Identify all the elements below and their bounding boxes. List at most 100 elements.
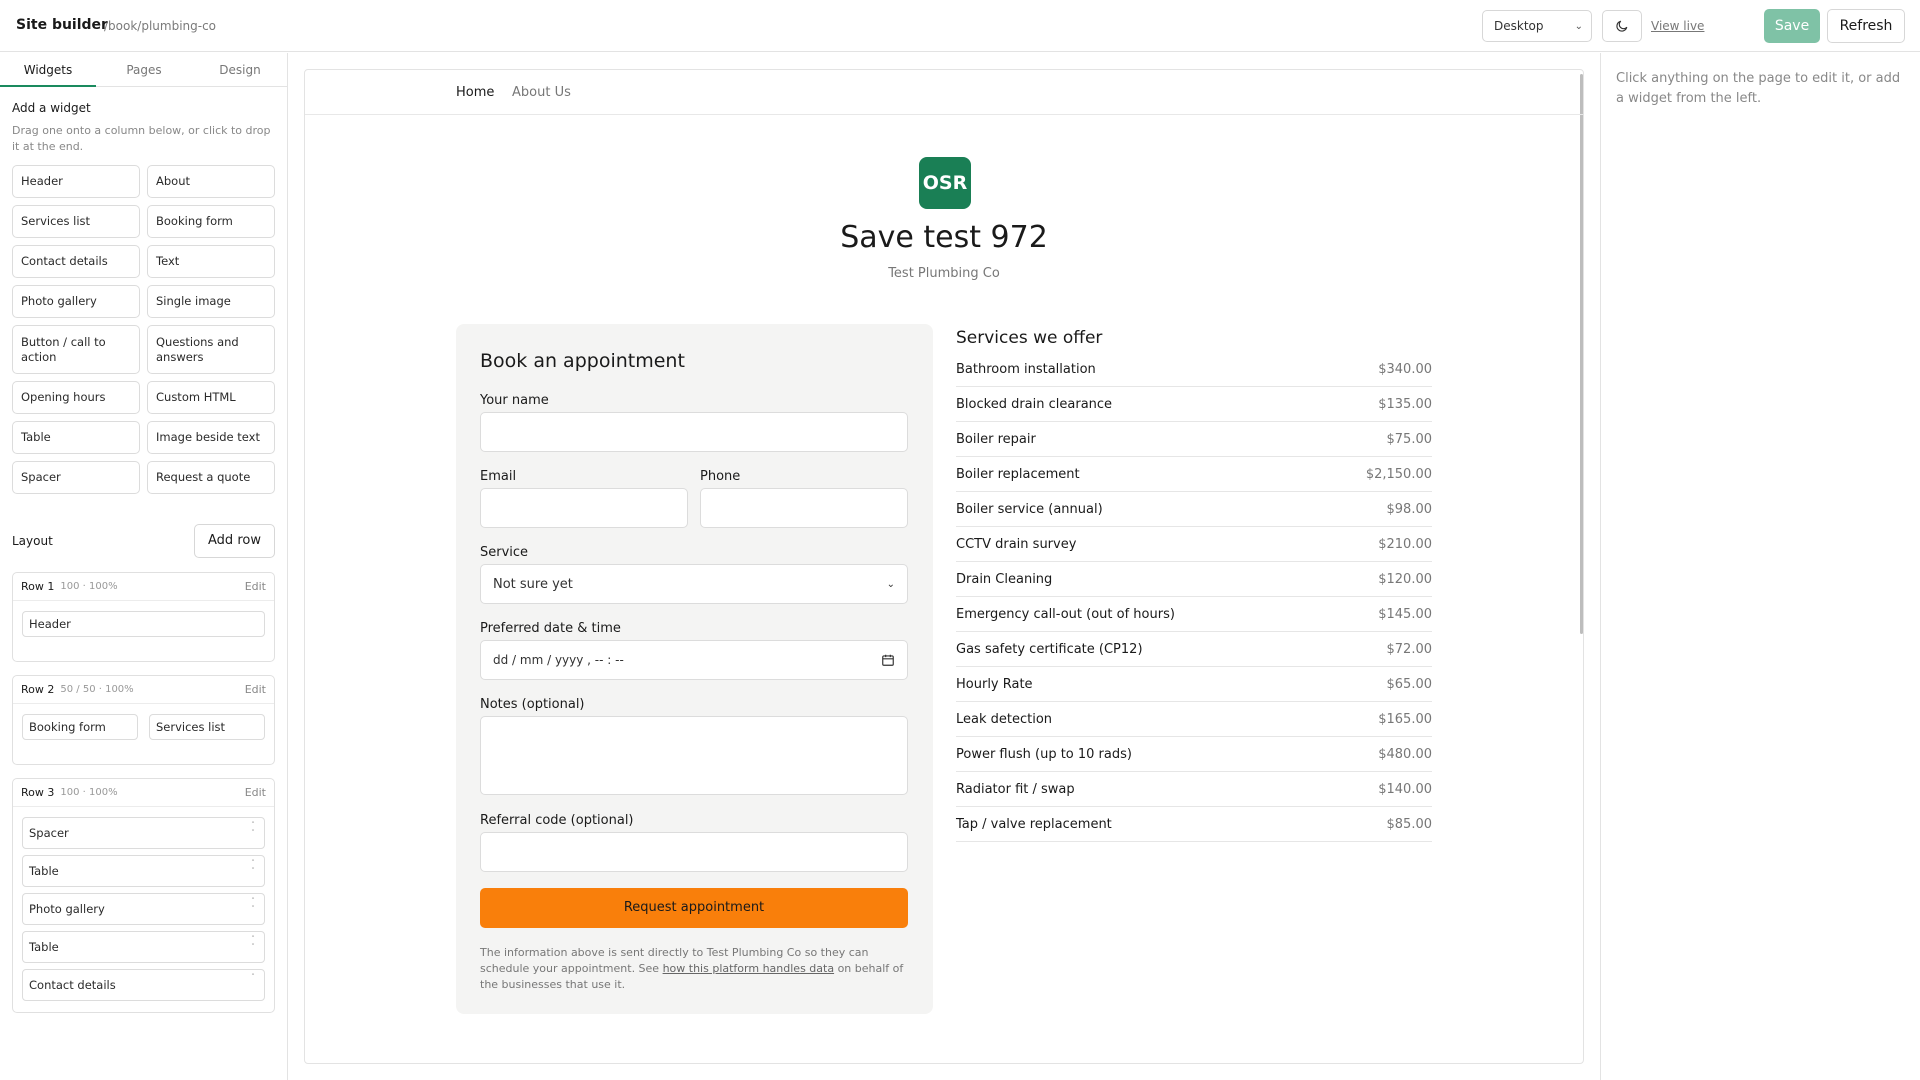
widget-photo-gallery[interactable]: Photo gallery	[12, 285, 140, 318]
widget-questions-answers[interactable]: Questions and answers	[147, 325, 275, 374]
widget-request-quote[interactable]: Request a quote	[147, 461, 275, 494]
booking-form-widget[interactable]: Book an appointment Your name Email Phon…	[456, 324, 933, 1014]
widget-spacer[interactable]: Spacer	[12, 461, 140, 494]
service-price: $140.00	[1378, 781, 1432, 797]
widget-button-cta[interactable]: Button / call to action	[12, 325, 140, 374]
layout-row-1: Row 1 100 · 100% Edit Header	[12, 572, 275, 662]
service-name: Leak detection	[956, 711, 1053, 727]
service-name: Boiler repair	[956, 431, 1036, 447]
row-edit-link[interactable]: Edit	[245, 683, 266, 696]
row-widget-item[interactable]: Spacer ˄ ˅	[22, 817, 265, 849]
row-header: Row 1 100 · 100% Edit	[13, 573, 274, 601]
widget-image-beside-text[interactable]: Image beside text	[147, 421, 275, 454]
row-widget-item[interactable]: Photo gallery ˄ ˅	[22, 893, 265, 925]
row-meta: 100 · 100%	[60, 581, 118, 592]
row-widget-item[interactable]: Header	[22, 611, 265, 637]
site-subtitle[interactable]: Test Plumbing Co	[305, 266, 1583, 281]
widget-single-image[interactable]: Single image	[147, 285, 275, 318]
layout-row-2: Row 2 50 / 50 · 100% Edit Booking form S…	[12, 675, 275, 765]
refresh-button[interactable]: Refresh	[1827, 9, 1905, 43]
widget-text[interactable]: Text	[147, 245, 275, 278]
notes-textarea[interactable]	[480, 716, 908, 795]
layout-row-3: Row 3 100 · 100% Edit Spacer ˄ ˅ Table ˄ ˅…	[12, 778, 275, 1013]
row-meta: 100 · 100%	[60, 787, 118, 798]
site-nav[interactable]: Home About Us	[305, 70, 1583, 115]
request-appointment-button[interactable]: Request appointment	[480, 888, 908, 928]
datetime-field[interactable]: dd / mm / yyyy , -- : --	[480, 640, 908, 680]
inspector-panel: Click anything on the page to edit it, o…	[1600, 53, 1920, 1080]
email-field[interactable]	[480, 488, 688, 528]
row-widget-item[interactable]: Contact details ˄	[22, 969, 265, 1001]
widget-contact-details[interactable]: Contact details	[12, 245, 140, 278]
service-row: Boiler service (annual) $98.00	[956, 492, 1432, 527]
service-name: Bathroom installation	[956, 361, 1096, 377]
services-list-widget[interactable]: Services we offer Bathroom installation $…	[956, 328, 1432, 842]
tab-design[interactable]: Design	[192, 53, 288, 87]
widget-table[interactable]: Table	[12, 421, 140, 454]
row-widget-item[interactable]: Services list	[149, 714, 265, 740]
datetime-placeholder: dd / mm / yyyy , -- : --	[493, 653, 624, 667]
nav-about-link[interactable]: About Us	[512, 85, 571, 100]
reorder-stepper-icon[interactable]: ˄ ˅	[248, 821, 258, 837]
service-name: CCTV drain survey	[956, 536, 1077, 552]
reorder-stepper-icon[interactable]: ˄	[248, 973, 258, 981]
service-price: $135.00	[1378, 396, 1432, 412]
row-edit-link[interactable]: Edit	[245, 580, 266, 593]
service-select[interactable]: Not sure yet ⌄	[480, 564, 908, 604]
add-widget-heading: Add a widget	[12, 101, 91, 115]
row-widget-label: Contact details	[29, 978, 116, 992]
device-select[interactable]: Desktop ⌄	[1482, 10, 1592, 42]
service-price: $480.00	[1378, 746, 1432, 762]
row-widget-label: Spacer	[29, 826, 69, 840]
widget-booking-form[interactable]: Booking form	[147, 205, 275, 238]
service-row: Radiator fit / swap $140.00	[956, 772, 1432, 807]
widget-opening-hours[interactable]: Opening hours	[12, 381, 140, 414]
booking-title: Book an appointment	[480, 350, 685, 372]
service-row: Boiler replacement $2,150.00	[956, 457, 1432, 492]
row-edit-link[interactable]: Edit	[245, 786, 266, 799]
add-row-button[interactable]: Add row	[194, 524, 275, 558]
service-row: Emergency call-out (out of hours) $145.00	[956, 597, 1432, 632]
layout-heading: Layout	[12, 534, 53, 548]
add-widget-hint: Drag one onto a column below, or click t…	[12, 124, 271, 153]
tab-widgets[interactable]: Widgets	[0, 53, 96, 87]
service-name: Boiler replacement	[956, 466, 1080, 482]
tab-pages[interactable]: Pages	[96, 53, 192, 87]
reorder-stepper-icon[interactable]: ˄ ˅	[248, 859, 258, 875]
referral-field[interactable]	[480, 832, 908, 872]
widget-services-list[interactable]: Services list	[12, 205, 140, 238]
row-widget-item[interactable]: Table ˄ ˅	[22, 931, 265, 963]
row-header: Row 3 100 · 100% Edit	[13, 779, 274, 807]
canvas-scrollbar[interactable]	[1580, 74, 1583, 634]
privacy-disclaimer: The information above is sent directly t…	[480, 945, 912, 993]
widget-about[interactable]: About	[147, 165, 275, 198]
app-title: Site builder	[16, 17, 108, 33]
widget-custom-html[interactable]: Custom HTML	[147, 381, 275, 414]
view-live-link[interactable]: View live	[1651, 19, 1704, 33]
data-handling-link[interactable]: how this platform handles data	[663, 962, 835, 975]
service-name: Gas safety certificate (CP12)	[956, 641, 1143, 657]
site-logo[interactable]: OSR	[919, 157, 971, 209]
datetime-label: Preferred date & time	[480, 621, 621, 636]
save-button[interactable]: Save	[1764, 9, 1820, 43]
service-row: Bathroom installation $340.00	[956, 352, 1432, 387]
service-price: $120.00	[1378, 571, 1432, 587]
service-price: $65.00	[1386, 676, 1433, 692]
site-preview-canvas[interactable]: Home About Us OSR Save test 972 Test Plu…	[304, 69, 1584, 1064]
widget-header[interactable]: Header	[12, 165, 140, 198]
row-widget-item[interactable]: Table ˄ ˅	[22, 855, 265, 887]
service-select-value: Not sure yet	[493, 576, 573, 592]
reorder-stepper-icon[interactable]: ˄ ˅	[248, 897, 258, 913]
phone-field[interactable]	[700, 488, 908, 528]
name-field[interactable]	[480, 412, 908, 452]
nav-home-link[interactable]: Home	[456, 85, 494, 100]
row-name: Row 2	[21, 683, 55, 696]
row-widget-item[interactable]: Booking form	[22, 714, 138, 740]
service-name: Blocked drain clearance	[956, 396, 1113, 412]
service-price: $98.00	[1386, 501, 1433, 517]
calendar-icon[interactable]	[881, 653, 895, 667]
site-title[interactable]: Save test 972	[305, 220, 1583, 255]
theme-toggle-button[interactable]	[1602, 10, 1642, 42]
reorder-stepper-icon[interactable]: ˄ ˅	[248, 935, 258, 951]
device-select-value: Desktop	[1494, 19, 1544, 33]
